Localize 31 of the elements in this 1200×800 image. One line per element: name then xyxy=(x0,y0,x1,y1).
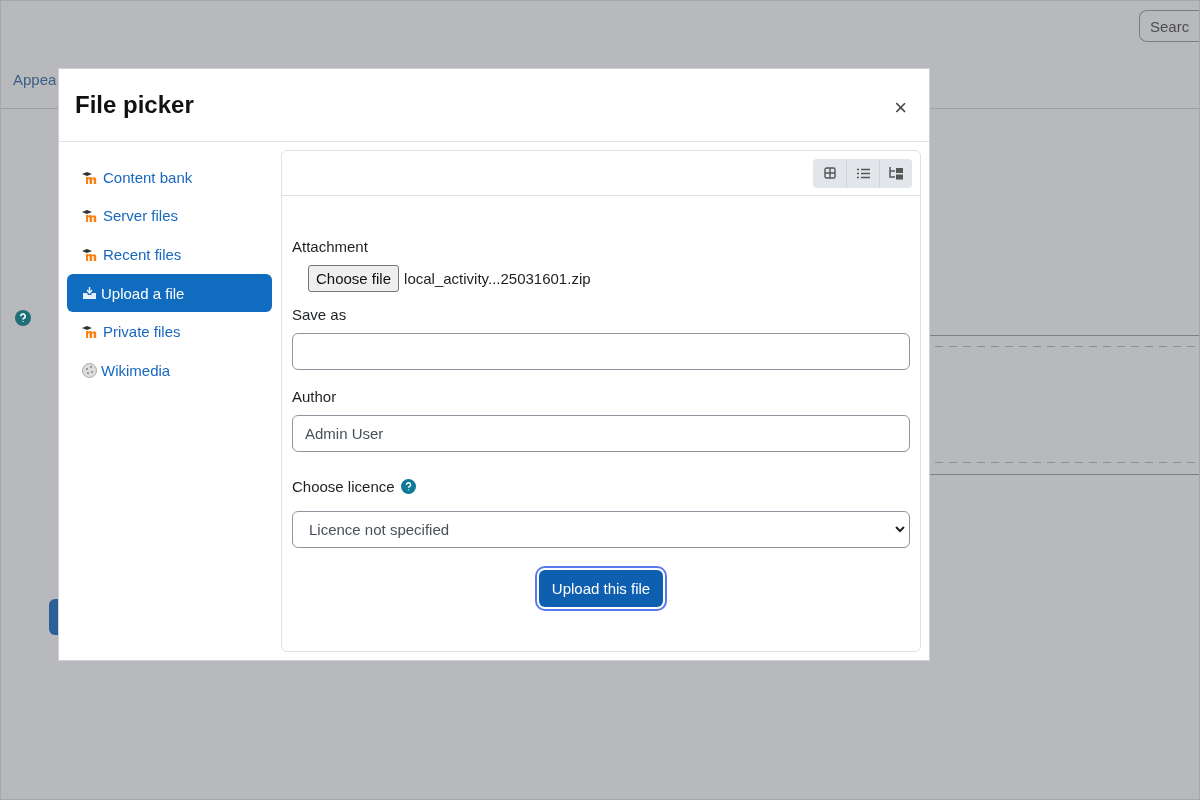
help-icon[interactable] xyxy=(400,479,416,494)
grid-icon xyxy=(823,167,836,179)
field-label: Choose licence xyxy=(292,478,395,495)
graduation-cap-icon xyxy=(82,170,99,184)
author-field[interactable]: Admin User xyxy=(292,415,910,452)
repository-item[interactable]: Wikimedia xyxy=(67,350,272,390)
field-label: Save as xyxy=(292,306,348,323)
inbox-upload-icon xyxy=(82,286,97,301)
repository-item[interactable]: Recent files xyxy=(67,235,272,274)
dialog-title: File picker xyxy=(75,91,194,119)
chevron-down-icon xyxy=(895,526,905,533)
licence-select[interactable]: Licence not specified xyxy=(292,511,910,548)
graduation-cap-icon xyxy=(82,248,99,261)
close-button[interactable]: × xyxy=(888,95,913,121)
save-as-field[interactable] xyxy=(292,333,910,370)
field-label: Attachment xyxy=(292,238,369,255)
folder-tree-icon xyxy=(889,166,903,180)
list-icon xyxy=(856,167,870,179)
repository-item[interactable]: Content bank xyxy=(67,158,272,197)
choose-file-button[interactable]: Choose file xyxy=(308,265,400,292)
field-label: Author xyxy=(292,388,338,405)
repository-item[interactable]: Private files xyxy=(67,312,272,351)
file-name: local_activity...25031601.zip xyxy=(404,270,591,287)
repository-item[interactable]: Server files xyxy=(67,196,272,236)
nav-link[interactable]: Appea xyxy=(13,71,57,88)
graduation-cap-icon xyxy=(82,209,99,223)
graduation-cap-icon xyxy=(82,325,99,339)
help-icon[interactable] xyxy=(15,310,31,326)
globe-icon xyxy=(82,362,97,378)
search-field[interactable]: Searc xyxy=(1139,10,1199,42)
repository-item[interactable]: Upload a file xyxy=(67,273,272,313)
